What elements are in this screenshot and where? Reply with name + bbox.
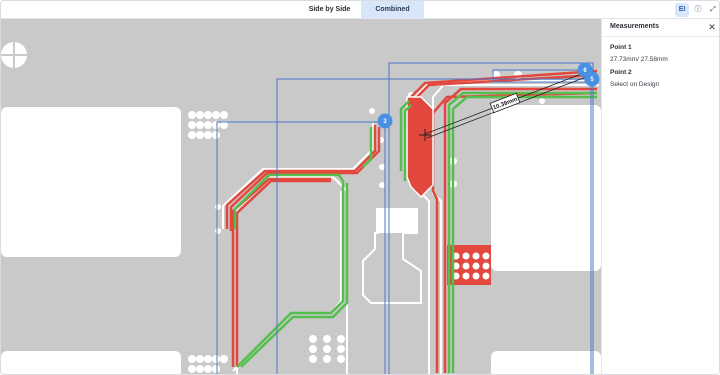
point-1-label: Point 1: [610, 44, 632, 51]
app-frame: Side by Side Combined EI ⓘ ⤢ 10.39mm 3 6…: [0, 0, 720, 375]
info-icon[interactable]: ⓘ: [691, 3, 705, 17]
marker-3[interactable]: 3: [377, 113, 393, 129]
point-1-value: 27.73mm/ 27.58mm: [610, 56, 668, 63]
tab-combined[interactable]: Combined: [361, 1, 424, 18]
expand-icon[interactable]: ⤢: [706, 3, 719, 17]
via-grid-left: [188, 111, 228, 373]
component-pad: [377, 209, 417, 233]
pcb-drawing: 10.39mm 3 6 5: [1, 42, 601, 374]
measurements-panel: Measurements ✕ Point 1 27.73mm/ 27.58mm …: [601, 19, 719, 374]
pad-block-right: [491, 105, 601, 271]
pad-block-bottom-left: [1, 351, 181, 374]
panel-title: Measurements: [610, 23, 660, 30]
tab-side-by-side[interactable]: Side by Side: [301, 1, 358, 18]
pad-block-bottom-right: [491, 351, 601, 374]
point-2-label: Point 2: [610, 69, 632, 76]
close-icon[interactable]: ✕: [706, 21, 718, 33]
copper-pour: [406, 96, 434, 199]
point-2-value: Select on Design: [610, 81, 660, 88]
view-toolbar: Side by Side Combined EI ⓘ ⤢: [1, 1, 719, 19]
measure-tool-icon[interactable]: EI: [675, 3, 689, 17]
design-canvas[interactable]: 10.39mm 3 6 5: [1, 19, 601, 374]
via-grid-bottom: [309, 335, 345, 363]
fiducial-icon: [1, 42, 27, 68]
marker-5[interactable]: 5: [584, 71, 600, 87]
panel-header: Measurements ✕: [602, 19, 719, 37]
pad-block-left: [1, 107, 181, 257]
